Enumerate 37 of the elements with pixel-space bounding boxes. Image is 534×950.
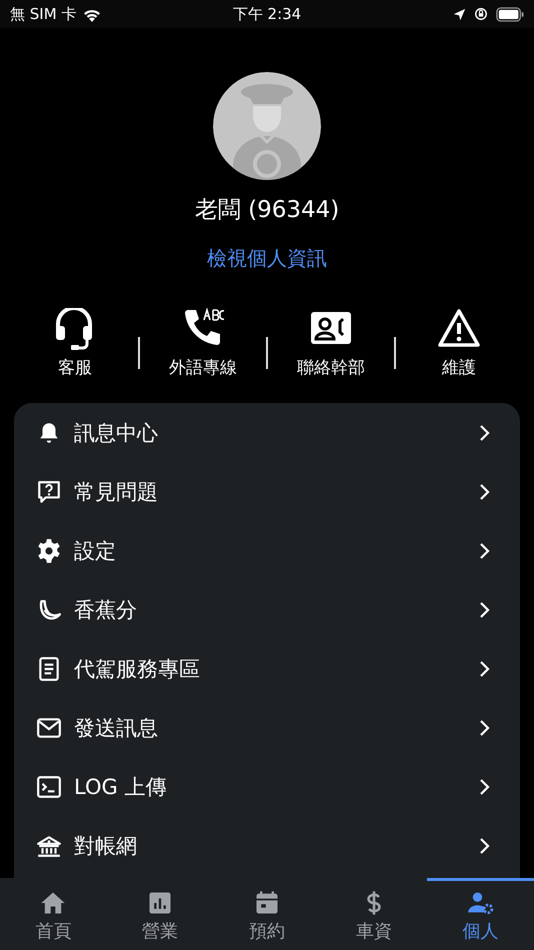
menu-item[interactable]: 發送訊息 [14,698,520,757]
terminal-icon [36,774,62,800]
chevron-right-icon [478,600,490,620]
view-profile-link[interactable]: 檢視個人資訊 [207,245,327,272]
quick-action-button[interactable]: 客服 [12,308,138,379]
warning-icon [438,308,480,350]
tab-item[interactable]: 首頁 [0,878,107,950]
rotation-lock-icon [474,7,488,21]
user-name: 老闆 (96344) [194,196,340,225]
chevron-right-icon [478,776,490,796]
avatar-icon [213,72,321,180]
help-bubble-icon [36,478,62,504]
tab-item[interactable]: 車資 [320,878,428,950]
chevron-right-icon [478,658,490,678]
menu-item[interactable]: 香蕉分 [14,580,520,639]
battery-icon [496,6,524,22]
chevron-right-icon [478,718,490,738]
menu-item[interactable]: 對帳網 [14,816,520,875]
chevron-right-icon [478,540,490,560]
quick-action-button[interactable]: 聯絡幹部 [268,308,394,379]
chevron-right-icon [478,836,490,856]
menu-item[interactable]: 設定 [14,521,520,580]
tab-item[interactable]: 預約 [214,878,320,950]
clock-time: 下午 2:34 [232,5,302,24]
tab-item[interactable]: 營業 [106,878,214,950]
chevron-right-icon [478,482,490,502]
settings-icon [36,538,62,564]
menu-item[interactable]: 訊息中心 [14,403,520,462]
menu-item[interactable]: LOG 上傳 [14,757,520,816]
quick-action-button[interactable]: 維護 [396,308,522,379]
location-arrow-icon [453,8,466,20]
tab-item[interactable]: 個人 [427,878,534,950]
quick-action-button[interactable]: 外語專線 [140,308,266,379]
carrier-text: 無 SIM 卡 [10,4,76,24]
menu-item[interactable]: 常見問題 [14,462,520,521]
chevron-right-icon [478,422,490,442]
menu-item[interactable]: 代駕服務專區 [14,639,520,698]
